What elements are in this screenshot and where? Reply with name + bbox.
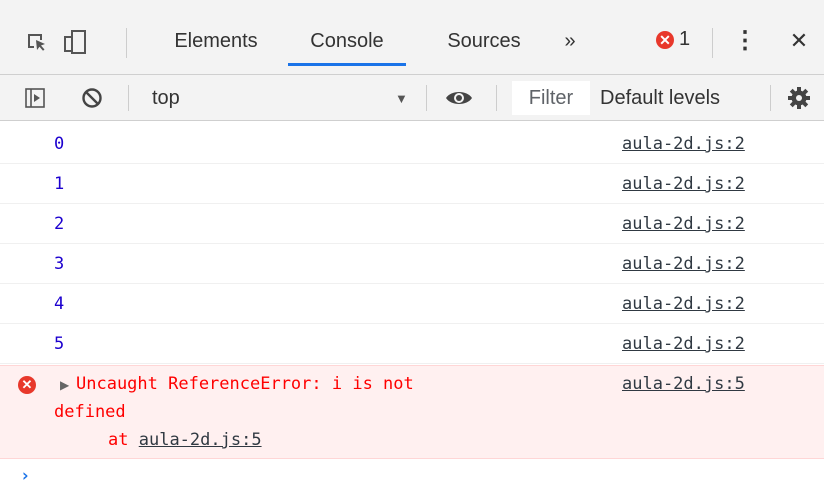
sidebar-toggle-icon[interactable] xyxy=(24,87,46,109)
source-link[interactable]: aula-2d.js:2 xyxy=(622,294,745,314)
console-log-row: 2 aula-2d.js:2 xyxy=(0,204,824,244)
filter-placeholder: Filter xyxy=(528,86,574,109)
gear-icon[interactable] xyxy=(786,85,812,111)
error-message-continued: defined xyxy=(54,402,126,422)
error-count: 1 xyxy=(679,28,691,50)
source-link[interactable]: aula-2d.js:2 xyxy=(622,334,745,354)
close-icon[interactable]: ✕ xyxy=(782,22,816,66)
error-icon: ✕ xyxy=(18,376,36,394)
tab-sources-label: Sources xyxy=(447,30,521,52)
clear-console-icon[interactable] xyxy=(80,86,104,110)
kebab-menu-icon[interactable]: ⋮ xyxy=(730,22,760,66)
tabbar-separator xyxy=(126,28,127,58)
device-toolbar-icon[interactable] xyxy=(62,28,90,56)
more-tabs-icon: » xyxy=(564,30,576,52)
tab-console[interactable]: Console xyxy=(288,22,406,66)
console-log-row: 5 aula-2d.js:2 xyxy=(0,324,824,364)
log-value: 2 xyxy=(54,214,65,234)
error-count-badge[interactable]: ✕ 1 xyxy=(656,28,690,51)
devtools-tabbar: Elements Console Sources » ✕ 1 ⋮ ✕ xyxy=(0,0,824,75)
source-link[interactable]: aula-2d.js:5 xyxy=(622,374,745,394)
console-error-row: ✕ ▶ Uncaught ReferenceError: i is not de… xyxy=(0,365,824,459)
console-log-row: 4 aula-2d.js:2 xyxy=(0,284,824,324)
log-value: 0 xyxy=(54,134,65,154)
tab-elements-label: Elements xyxy=(174,30,258,52)
dropdown-arrow-icon[interactable]: ▼ xyxy=(395,91,408,106)
source-link[interactable]: aula-2d.js:2 xyxy=(622,254,745,274)
source-link[interactable]: aula-2d.js:2 xyxy=(622,214,745,234)
more-tabs-button[interactable]: » xyxy=(556,22,584,66)
context-selector[interactable]: top xyxy=(152,87,180,110)
tab-elements[interactable]: Elements xyxy=(158,22,274,66)
toolbar-separator-4 xyxy=(770,85,771,111)
console-log-row: 3 aula-2d.js:2 xyxy=(0,244,824,284)
console-log-row: 1 aula-2d.js:2 xyxy=(0,164,824,204)
stack-at: at xyxy=(108,430,129,450)
source-link[interactable]: aula-2d.js:2 xyxy=(622,134,745,154)
toolbar-separator xyxy=(128,85,129,111)
toolbar-separator-2 xyxy=(426,85,427,111)
inspect-element-icon[interactable] xyxy=(24,30,50,56)
console-log-row: 0 aula-2d.js:2 xyxy=(0,124,824,164)
log-value: 1 xyxy=(54,174,65,194)
eye-icon[interactable] xyxy=(444,87,474,109)
log-value: 3 xyxy=(54,254,65,274)
error-message: Uncaught ReferenceError: i is not xyxy=(76,374,414,394)
filter-input[interactable]: Filter xyxy=(512,81,590,115)
log-levels-dropdown[interactable]: Default levels xyxy=(600,87,720,110)
source-link[interactable]: aula-2d.js:2 xyxy=(622,174,745,194)
expand-triangle-icon[interactable]: ▶ xyxy=(60,378,69,392)
tabbar-separator-2 xyxy=(712,28,713,58)
console-prompt[interactable]: › xyxy=(20,466,30,486)
log-value: 5 xyxy=(54,334,65,354)
tab-console-label: Console xyxy=(310,30,384,52)
tab-sources[interactable]: Sources xyxy=(430,22,538,66)
error-icon: ✕ xyxy=(656,30,674,49)
console-toolbar: top ▼ Filter Default levels xyxy=(0,75,824,121)
toolbar-separator-3 xyxy=(496,85,497,111)
log-value: 4 xyxy=(54,294,65,314)
stack-source-link[interactable]: aula-2d.js:5 xyxy=(139,430,262,450)
stack-trace-line: at aula-2d.js:5 xyxy=(108,430,262,450)
